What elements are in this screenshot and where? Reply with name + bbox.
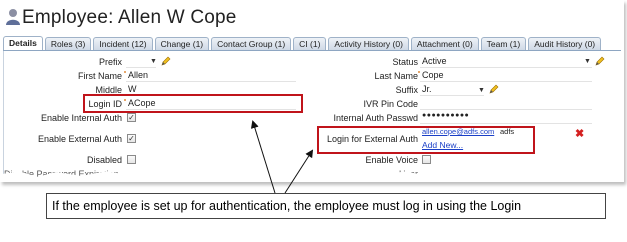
arrow-to-login-id <box>250 120 276 194</box>
caption-box: If the employee is set up for authentica… <box>46 193 606 219</box>
arrow-to-external-auth <box>284 149 314 194</box>
